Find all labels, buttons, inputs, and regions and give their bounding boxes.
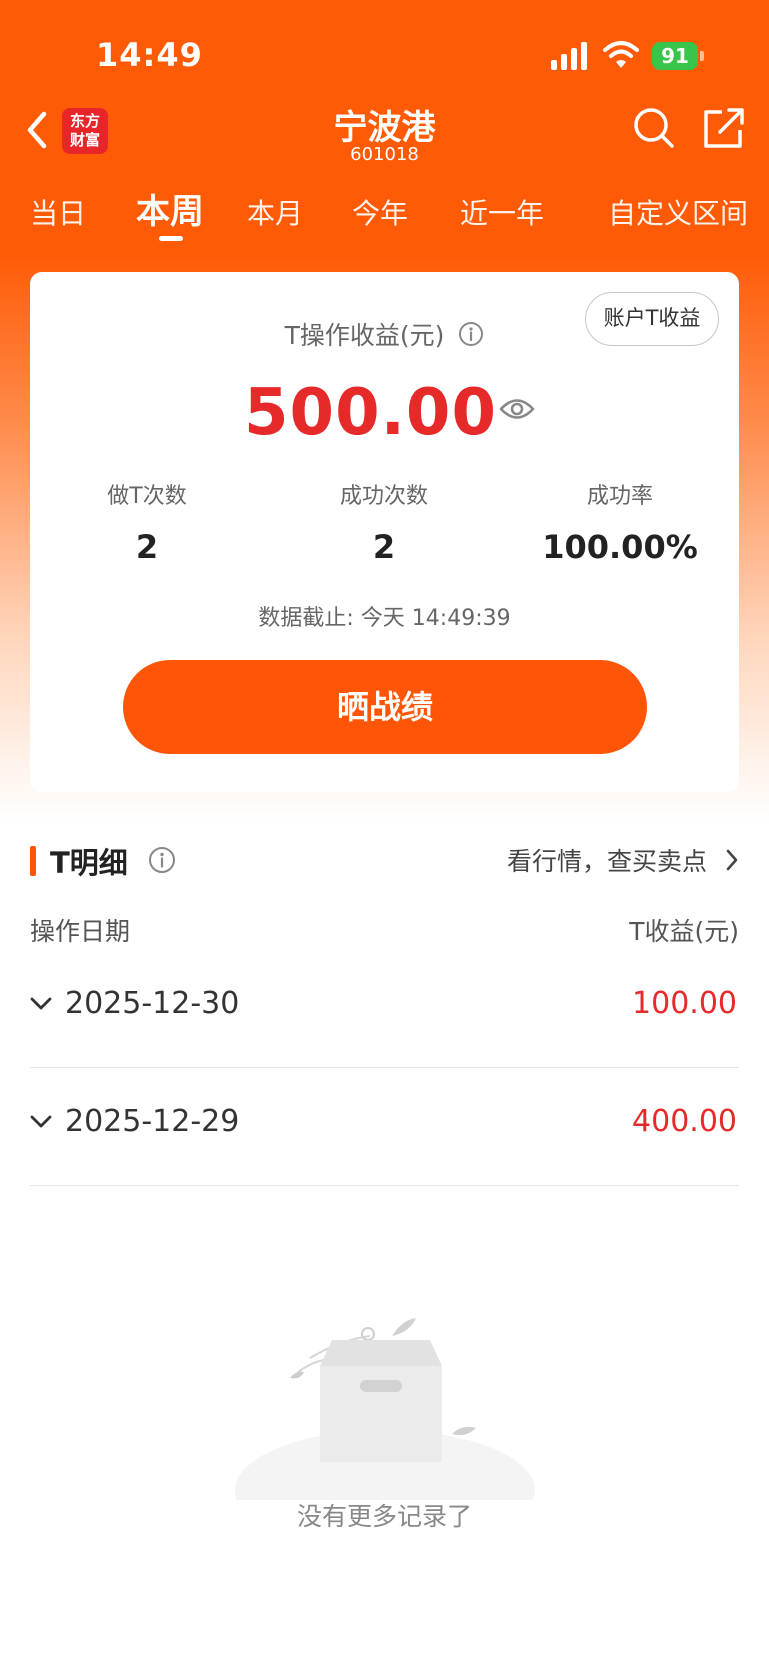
top-nav: 东方 财富 宁波港 601018 — [0, 100, 769, 170]
metric-value: 500.00 — [244, 376, 497, 450]
wifi-icon — [603, 40, 639, 70]
empty-box-illustration — [220, 1300, 550, 1550]
share-icon[interactable] — [702, 106, 746, 150]
detail-header: T明细 看行情，查买卖点 — [30, 840, 739, 884]
info-icon[interactable] — [458, 321, 484, 353]
signal-icon — [551, 42, 591, 70]
stat-value: 2 — [135, 528, 159, 566]
tab-active-indicator — [159, 236, 183, 241]
table-header: 操作日期 T收益(元) — [30, 912, 739, 948]
battery-level: 91 — [652, 42, 698, 70]
tab-this-month[interactable]: 本月 — [247, 192, 303, 232]
status-time: 14:49 — [96, 36, 203, 74]
summary-card: 账户T收益 T操作收益(元) 500.00 做T次数 2 成功次数 2 成功率 … — [30, 272, 739, 792]
tab-today[interactable]: 当日 — [30, 192, 86, 232]
stat-t-count: 做T次数 2 — [47, 478, 247, 566]
chevron-right-icon — [725, 848, 739, 878]
stat-label: 做T次数 — [107, 484, 187, 509]
view-market-link[interactable]: 看行情，查买卖点 — [507, 842, 739, 878]
row-amount: 100.00 — [632, 986, 737, 1021]
eye-icon[interactable] — [498, 394, 536, 424]
period-tabs: 当日 本周 本月 今年 近一年 自定义区间 — [0, 182, 769, 242]
metric-label: T操作收益(元) — [30, 316, 739, 353]
section-accent-bar — [30, 846, 36, 876]
info-icon[interactable] — [148, 846, 176, 878]
tab-this-week[interactable]: 本周 — [136, 184, 204, 233]
search-icon[interactable] — [632, 106, 676, 150]
share-results-button[interactable]: 晒战绩 — [123, 660, 647, 754]
tab-custom-range[interactable]: 自定义区间 — [608, 192, 748, 232]
chevron-down-icon — [30, 996, 52, 1015]
stat-value: 2 — [372, 528, 396, 566]
battery-icon: 91 — [652, 42, 704, 70]
stat-label: 成功率 — [586, 484, 653, 509]
row-date: 2025-12-29 — [65, 1104, 240, 1139]
data-timestamp: 数据截止: 今天 14:49:39 — [258, 606, 511, 631]
tab-this-year[interactable]: 今年 — [352, 192, 408, 232]
detail-title: T明细 — [50, 846, 128, 880]
status-bar: 14:49 91 — [0, 0, 769, 100]
stat-success-rate: 成功率 100.00% — [520, 478, 720, 566]
row-date: 2025-12-30 — [65, 986, 240, 1021]
metric-label-text: T操作收益(元) — [284, 321, 445, 350]
col-income-header: T收益(元) — [629, 917, 739, 946]
stat-label: 成功次数 — [339, 484, 428, 509]
stat-success-count: 成功次数 2 — [284, 478, 484, 566]
row-amount: 400.00 — [632, 1104, 737, 1139]
empty-state-text: 没有更多记录了 — [296, 1502, 472, 1531]
chevron-down-icon — [30, 1114, 52, 1133]
table-row[interactable]: 2025-12-30 100.00 — [30, 950, 739, 1068]
stat-value: 100.00% — [542, 528, 698, 566]
col-date-header: 操作日期 — [30, 917, 131, 946]
table-row[interactable]: 2025-12-29 400.00 — [30, 1068, 739, 1186]
tab-last-year[interactable]: 近一年 — [460, 192, 544, 232]
view-market-label: 看行情，查买卖点 — [507, 847, 708, 876]
